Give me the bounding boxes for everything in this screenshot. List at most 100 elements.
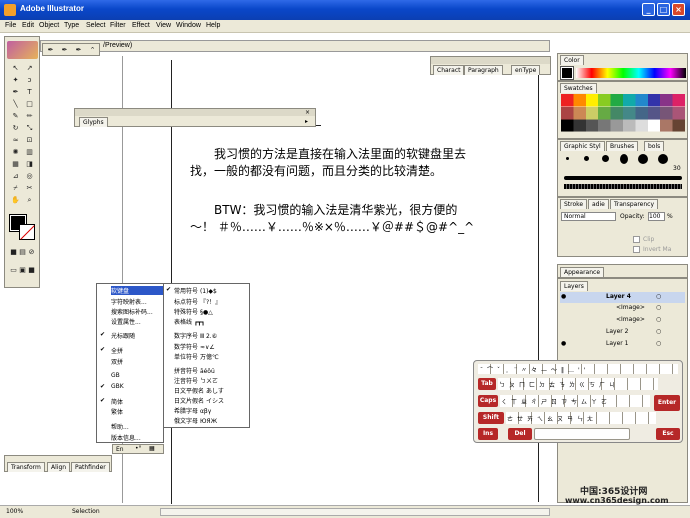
selection-tool-icon[interactable]: ↖ <box>10 63 21 73</box>
keyboard-row-text[interactable]: ㄅㄆㄇㄈㄉㄊㄋㄌㄍㄎㄏㄐ <box>499 380 619 389</box>
symbol-item-pinyin[interactable]: 拼音符号 āéǒü <box>174 366 215 375</box>
menu-edit[interactable]: Edit <box>22 22 34 29</box>
menu-item-full-pinyin[interactable]: 全拼 <box>111 346 123 355</box>
menu-item-soft-keyboard[interactable]: 软键盘 <box>111 286 163 295</box>
enter-key[interactable]: Enter <box>654 395 680 411</box>
tab-gradient[interactable]: adie <box>588 199 609 209</box>
brush-dot-4-icon[interactable] <box>620 154 628 164</box>
menu-item-double-pinyin[interactable]: 双拼 <box>111 357 123 366</box>
add-anchor-icon[interactable]: ✒ <box>59 45 70 55</box>
tab-appearance[interactable]: Appearance <box>560 267 605 277</box>
menu-window[interactable]: Window <box>176 22 201 29</box>
full-screen-icon[interactable]: ■ <box>26 265 37 275</box>
layer-row-1[interactable]: ● Layer 1 ○ <box>560 339 685 350</box>
visibility-icon[interactable]: ● <box>561 293 566 300</box>
target-icon[interactable]: ○ <box>656 316 661 323</box>
tab-transform[interactable]: Transform <box>7 462 45 472</box>
target-icon[interactable]: ○ <box>656 293 661 300</box>
pen-tool-icon[interactable]: ✒ <box>10 87 21 97</box>
insert-key[interactable]: Ins <box>478 428 498 440</box>
rotate-tool-icon[interactable]: ↻ <box>10 123 21 133</box>
tab-opentype[interactable]: enType <box>511 65 541 75</box>
menu-item-help[interactable]: 帮助... <box>111 422 129 431</box>
menu-item-version[interactable]: 版本信息... <box>111 433 141 442</box>
scale-tool-icon[interactable]: ⤡ <box>24 123 35 133</box>
line-tool-icon[interactable]: ╲ <box>10 99 21 109</box>
pencil-tool-icon[interactable]: ✏ <box>24 111 35 121</box>
free-transform-tool-icon[interactable]: ⊡ <box>24 135 35 145</box>
symbol-item-table[interactable]: 表格线 ┏┳┓ <box>174 317 205 326</box>
delete-key[interactable]: Del <box>508 428 532 440</box>
paintbrush-tool-icon[interactable]: ✎ <box>10 111 21 121</box>
tab-paragraph[interactable]: Paragraph <box>464 65 503 75</box>
delete-anchor-icon[interactable]: ✒ <box>73 45 84 55</box>
none-mode-icon[interactable]: ⊘ <box>26 247 37 257</box>
menu-object[interactable]: Object <box>39 22 59 29</box>
menu-effect[interactable]: Effect <box>132 22 150 29</box>
keyboard-row-text[interactable]: ˉ⌒ˇ﹐¨〃々—～‖…'' <box>480 365 589 374</box>
type-tool-icon[interactable]: T <box>24 87 35 97</box>
menu-item-settings[interactable]: 设置属性... <box>111 317 141 326</box>
tab-layers[interactable]: Layers <box>560 281 588 291</box>
tab-transparency[interactable]: Transparency <box>610 199 659 209</box>
zoom-tool-icon[interactable]: ⌕ <box>24 195 35 205</box>
symbol-sprayer-tool-icon[interactable]: ✺ <box>10 147 21 157</box>
menu-filter[interactable]: Filter <box>110 22 126 29</box>
document-tab-title[interactable]: /Preview) <box>103 42 132 49</box>
symbol-item-special[interactable]: 特殊符号 §●△ <box>174 307 213 316</box>
target-icon[interactable]: ○ <box>656 340 661 347</box>
target-icon[interactable]: ○ <box>656 328 661 335</box>
brush-rough-preview[interactable] <box>564 184 682 189</box>
brush-dot-3-icon[interactable] <box>602 155 609 162</box>
visibility-icon[interactable]: ● <box>561 340 566 347</box>
convert-anchor-icon[interactable]: ⌃ <box>87 45 98 55</box>
color-spectrum-bar[interactable] <box>576 68 686 78</box>
target-icon[interactable]: ○ <box>656 304 661 311</box>
brush-dot-6-icon[interactable] <box>658 154 668 164</box>
gradient-tool-icon[interactable]: ◨ <box>24 159 35 169</box>
symbol-item-zhuyin[interactable]: 注音符号 ㄅㄨㄛ <box>174 376 218 385</box>
tab-stroke[interactable]: Stroke <box>560 199 588 209</box>
tab-graphic-styles[interactable]: Graphic Styl <box>560 141 605 151</box>
escape-key[interactable]: Esc <box>656 428 680 440</box>
menu-type[interactable]: Type <box>64 22 79 29</box>
menu-select[interactable]: Select <box>86 22 105 29</box>
menu-item-cursor-follow[interactable]: 光标跟随 <box>111 331 135 340</box>
symbol-item-punctuation[interactable]: 标点符号 『?！』 <box>174 297 221 306</box>
maximize-button[interactable]: □ <box>657 3 670 16</box>
swatch-grid[interactable] <box>561 94 685 132</box>
ime-punctuation-icon[interactable]: •° <box>135 445 142 452</box>
symbol-item-common[interactable]: 常用符号 (1)◆$ <box>174 286 217 295</box>
scissors-tool-icon[interactable]: ✂ <box>24 183 35 193</box>
symbol-item-russian[interactable]: 俄文字母 ЮЯЖ <box>174 416 217 425</box>
close-button[interactable]: × <box>672 3 685 16</box>
tab-key[interactable]: Tab <box>478 378 496 390</box>
menu-item-char-map[interactable]: 字符映射表... <box>111 297 147 306</box>
clip-checkbox[interactable] <box>633 236 640 243</box>
menu-help[interactable]: Help <box>206 22 220 29</box>
menu-view[interactable]: View <box>156 22 171 29</box>
eyedropper-tool-icon[interactable]: ⊿ <box>10 171 21 181</box>
tab-pathfinder[interactable]: Pathfinder <box>71 462 110 472</box>
stroke-color-swatch[interactable] <box>19 224 35 240</box>
lasso-tool-icon[interactable]: ↄ <box>24 75 35 85</box>
blend-mode-select[interactable]: Normal <box>561 212 616 221</box>
opacity-field[interactable]: 100 <box>648 212 665 221</box>
shift-key[interactable]: Shift <box>478 412 504 424</box>
symbol-item-greek[interactable]: 希腊字母 αβγ <box>174 406 211 415</box>
tab-color[interactable]: Color <box>560 55 584 65</box>
menu-item-gb[interactable]: GB <box>111 372 120 379</box>
brush-dot-1-icon[interactable] <box>566 157 569 160</box>
slice-tool-icon[interactable]: ⌿ <box>10 183 21 193</box>
layer-row-image-1[interactable]: <Image> ○ <box>560 303 685 314</box>
tab-brushes[interactable]: Brushes <box>606 141 639 151</box>
symbol-item-unit[interactable]: 单位符号 万億℃ <box>174 352 219 361</box>
ime-language-toggle[interactable]: En <box>116 446 124 453</box>
tab-swatches[interactable]: Swatches <box>560 83 597 93</box>
keyboard-row-text[interactable]: ㄑㄒㄓㄔㄕㄖㄗㄘㄙㄚㄛ <box>501 397 611 406</box>
layer-row-4[interactable]: ● Layer 4 ○ <box>560 292 685 303</box>
invert-mask-checkbox[interactable] <box>633 246 640 253</box>
brush-dot-2-icon[interactable] <box>584 156 589 161</box>
magic-wand-tool-icon[interactable]: ✦ <box>10 75 21 85</box>
minimize-button[interactable]: _ <box>642 3 655 16</box>
